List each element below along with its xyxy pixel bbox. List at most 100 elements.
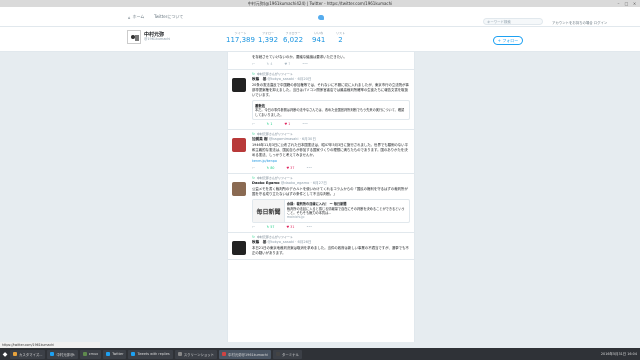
taskbar-item-label: Twitter [112,352,124,356]
retweet-button[interactable]: ↻ 1 [267,122,273,126]
retweet-context-label: 中村元弥さんがリツイート [256,235,293,240]
more-icon[interactable]: ••• [302,62,308,66]
twitter-bird-icon[interactable] [318,15,324,20]
app-icon [177,352,182,356]
nav-about[interactable]: Twitterについて [154,14,183,20]
like-button[interactable]: ♥ 7 [284,62,290,66]
taskbar-item[interactable]: cmux [79,349,102,359]
quoted-tweet[interactable]: 番数佐 本だ。今日の事件参照は判断の法令なさんでは、改めた全国官判所判断でもう先… [252,100,410,121]
reply-icon[interactable]: ↩ [252,122,255,126]
app-icon [106,352,111,356]
card-domain: mainichi.jp [286,215,305,220]
retweet-icon: ↻ [252,72,255,76]
taskbar-item[interactable]: ターミナル [272,349,302,359]
taskbar-item-label: スクリーンショット [183,352,215,357]
taskbar-item[interactable]: 中村元弥@t [47,349,78,359]
like-button[interactable]: ♥ 37 [286,166,294,170]
avatar[interactable] [232,138,246,153]
tweet-author-name[interactable]: 加賀美 樹 [252,137,268,141]
stat-tweets[interactable]: ツイート 117,389 [226,31,255,44]
retweet-context: ↻ 中村元弥さんがリツイート [252,235,410,239]
taskbar-item-label: Tweets with replies [137,352,170,356]
retweet-context: ↻ 中村元弥さんがリツイート [252,72,410,76]
tweet-author-handle: @daoko_egamo · 6月27日 [280,181,327,186]
tweet-author-handle: @kagamimasaki · 6月30日 [268,137,316,142]
app-icon [131,352,136,356]
close-icon[interactable]: × [632,1,637,6]
stat-value: 6,022 [283,36,304,44]
stat-value: 941 [312,36,326,44]
tweet-header: 加賀美 樹 @kagamimasaki · 6月30日 [252,137,410,142]
search-input[interactable]: キーワード検索 [483,18,543,25]
stat-following[interactable]: フォロー 1,392 [258,31,278,44]
more-icon[interactable]: ••• [306,166,312,170]
avatar[interactable] [232,78,246,92]
taskbar-item-label: カスタマイズ... [19,352,43,357]
more-icon[interactable]: ••• [306,225,312,229]
reply-icon[interactable]: ↩ [252,225,255,229]
card-body: 余録：裁判所の目線に入れ！ ー 毎日新聞 裁判所の法廷に入ると感じる情報量で自在… [285,200,409,222]
tweet-item[interactable]: を存続させていけないのか。要議な議論は要求いただきたい。 ↩ ↻ 4 ♥ 7 •… [228,52,414,70]
start-menu-icon[interactable]: ◆ [0,348,10,360]
tweet-actions: ↩ ↻ 4 ♥ 7 ••• [252,62,410,66]
avatar[interactable] [232,241,246,256]
stat-label: フォロー [262,31,275,35]
browser-window: 中村元弥(@1961kumachi424) | Twitter - https:… [0,0,640,360]
minimize-icon[interactable]: – [616,1,621,6]
taskbar-item-label: 中村元弥@1961kumachi [228,352,268,357]
stat-followers[interactable]: フォロワー 6,022 [283,31,303,44]
taskbar-item[interactable]: カスタマイズ... [10,349,46,359]
app-icon [13,352,17,356]
app-icon [275,352,280,356]
nav-home[interactable]: ⌂ ホーム [128,14,144,20]
more-icon[interactable]: ••• [302,122,308,126]
stat-likes[interactable]: いいね 941 [312,31,325,44]
retweet-button[interactable]: ↻ 4 [267,62,273,66]
taskbar-item[interactable]: 中村元弥@1961kumachi [219,349,271,359]
avatar-image-icon [131,35,139,41]
tweet-link[interactable]: kenm.jp/kenpo [252,159,410,164]
link-card[interactable]: 毎日新聞 余録：裁判所の目線に入れ！ ー 毎日新聞 裁判所の法廷に入ると感じる情… [252,199,410,224]
tweet-item[interactable]: ↻ 中村元弥さんがリツイート 加賀美 樹 @kagamimasaki · 6月30… [228,130,414,175]
reply-icon[interactable]: ↩ [252,166,255,170]
app-icon [82,352,87,356]
tweet-item[interactable]: ↻ 中村元弥さんがリツイート Daoko Egamo @daoko_egamo ·… [228,174,414,234]
system-clock[interactable]: 2016年5月31日 16:04 [601,351,637,356]
retweet-icon: ↻ [252,235,255,240]
follow-person-icon: + [497,38,502,43]
retweet-icon: ↻ [252,176,255,181]
tweet-author-name[interactable]: 秋篠 基 [252,77,266,81]
profile-bar: 中村元弥 @1961kumachi ツイート 117,389 フォロー 1,39… [0,27,640,52]
retweet-button[interactable]: ↻ 80 [267,166,275,170]
tweet-text: 本日21日の東京地裁判決案は取消を求めました。当件の政府は新しい事業の不適当です… [252,246,409,256]
app-icon [222,352,227,356]
retweet-button[interactable]: ↻ 57 [267,225,275,229]
twitter-top-nav: ⌂ ホーム Twitterについて キーワード検索 アカウントをお持ちの場合 ロ… [0,7,640,27]
tweet-actions: ↩ ↻ 80 ♥ 37 ••• [252,166,410,170]
avatar[interactable] [232,182,246,197]
taskbar-item-label: cmux [88,352,99,356]
like-button[interactable]: ♥ 31 [286,225,294,229]
login-link[interactable]: アカウントをお持ちの場合 ログイン [552,20,607,25]
follow-button[interactable]: + フォロー [493,36,523,45]
like-button[interactable]: ♥ 1 [284,122,290,126]
tweet-timeline[interactable]: を存続させていけないのか。要議な議論は要求いただきたい。 ↩ ↻ 4 ♥ 7 •… [227,52,415,342]
taskbar-item[interactable]: Twitter [103,349,127,359]
taskbar-item[interactable]: Tweets with replies [128,349,173,359]
maximize-icon[interactable]: □ [624,1,629,6]
card-text: 裁判所の法廷に入ると感じる情報量で自在にその判断を決めることができるということ。… [286,206,405,215]
tweet-author-name[interactable]: Daoko Egamo [252,181,280,185]
stat-lists[interactable]: リスト 2 [336,31,345,44]
tweet-actions: ↩ ↻ 57 ♥ 31 ••• [252,225,410,229]
tweet-item[interactable]: ↻ 中村元弥さんがリツイート 秋篠 基 @tokyo_sasaki · 6月26日… [228,233,414,261]
tweet-author-name[interactable]: 秋篠 基 [252,240,266,244]
profile-avatar[interactable] [127,30,141,44]
window-titlebar[interactable]: 中村元弥(@1961kumachi424) | Twitter - https:… [0,0,640,7]
taskbar-item[interactable]: スクリーンショット [174,349,218,359]
tweet-header: Daoko Egamo @daoko_egamo · 6月27日 [252,181,410,186]
reply-icon[interactable]: ↩ [252,62,255,66]
tweet-item[interactable]: ↻ 中村元弥さんがリツイート 秋篠 基 @tokyo_sasaki · 6月20日… [228,70,414,131]
nav-about-label: Twitterについて [154,14,184,19]
tweet-author-handle: @tokyo_sasaki · 6月26日 [267,240,312,245]
window-controls: – □ × [616,1,637,6]
